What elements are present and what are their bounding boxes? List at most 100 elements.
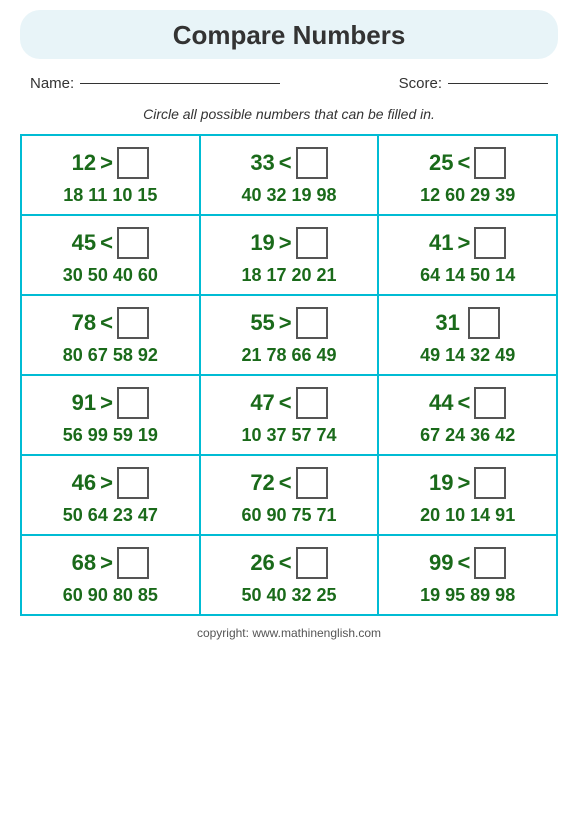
answer-box — [117, 387, 149, 419]
equation-number: 19 — [429, 470, 453, 496]
options-row: 18 17 20 21 — [241, 265, 336, 286]
answer-box — [117, 227, 149, 259]
equation-number: 99 — [429, 550, 453, 576]
problem-cell: 41 > 64 14 50 14 — [378, 215, 557, 295]
problem-cell: 44 < 67 24 36 42 — [378, 375, 557, 455]
equation-row: 41 > — [429, 227, 506, 259]
equation-operator: < — [457, 390, 470, 416]
problem-cell: 55 > 21 78 66 49 — [200, 295, 379, 375]
options-row: 80 67 58 92 — [63, 345, 158, 366]
problem-cell: 19 > 20 10 14 91 — [378, 455, 557, 535]
equation-row: 19 > — [429, 467, 506, 499]
options-row: 64 14 50 14 — [420, 265, 515, 286]
equation-number: 33 — [250, 150, 274, 176]
score-line — [448, 83, 548, 84]
equation-row: 91 > — [72, 387, 149, 419]
options-row: 10 37 57 74 — [241, 425, 336, 446]
options-row: 12 60 29 39 — [420, 185, 515, 206]
equation-row: 31 — [435, 307, 499, 339]
options-row: 49 14 32 49 — [420, 345, 515, 366]
problem-cell: 19 > 18 17 20 21 — [200, 215, 379, 295]
answer-box — [296, 547, 328, 579]
score-label: Score: — [399, 75, 442, 92]
equation-row: 78 < — [72, 307, 149, 339]
options-row: 60 90 75 71 — [241, 505, 336, 526]
options-row: 60 90 80 85 — [63, 585, 158, 606]
equation-number: 72 — [250, 470, 274, 496]
problem-cell: 78 < 80 67 58 92 — [21, 295, 200, 375]
equation-operator: > — [457, 230, 470, 256]
equation-number: 19 — [250, 230, 274, 256]
equation-operator: > — [100, 470, 113, 496]
problem-cell: 25 < 12 60 29 39 — [378, 135, 557, 215]
equation-number: 41 — [429, 230, 453, 256]
equation-number: 25 — [429, 150, 453, 176]
equation-operator: > — [457, 470, 470, 496]
equation-number: 55 — [250, 310, 274, 336]
equation-operator: < — [457, 150, 470, 176]
equation-operator: > — [279, 230, 292, 256]
instructions: Circle all possible numbers that can be … — [20, 106, 558, 122]
equation-operator: < — [279, 390, 292, 416]
options-row: 67 24 36 42 — [420, 425, 515, 446]
options-row: 56 99 59 19 — [63, 425, 158, 446]
equation-operator: < — [279, 470, 292, 496]
problem-cell: 33 < 40 32 19 98 — [200, 135, 379, 215]
equation-operator: > — [100, 390, 113, 416]
equation-operator: < — [457, 550, 470, 576]
answer-box — [296, 307, 328, 339]
equation-operator: > — [279, 310, 292, 336]
equation-row: 25 < — [429, 147, 506, 179]
problem-cell: 72 < 60 90 75 71 — [200, 455, 379, 535]
name-field: Name: — [30, 75, 280, 92]
equation-number: 44 — [429, 390, 453, 416]
problem-cell: 26 < 50 40 32 25 — [200, 535, 379, 615]
answer-box — [474, 147, 506, 179]
answer-box — [117, 307, 149, 339]
equation-row: 12 > — [72, 147, 149, 179]
answer-box — [117, 547, 149, 579]
options-row: 40 32 19 98 — [241, 185, 336, 206]
equation-operator: > — [100, 550, 113, 576]
answer-box — [474, 387, 506, 419]
options-row: 30 50 40 60 — [63, 265, 158, 286]
equation-number: 46 — [72, 470, 96, 496]
name-label: Name: — [30, 75, 74, 92]
equation-row: 45 < — [72, 227, 149, 259]
answer-box — [296, 387, 328, 419]
answer-box — [474, 227, 506, 259]
equation-number: 31 — [435, 310, 459, 336]
problem-cell: 68 > 60 90 80 85 — [21, 535, 200, 615]
equation-number: 45 — [72, 230, 96, 256]
equation-row: 44 < — [429, 387, 506, 419]
problem-cell: 99 < 19 95 89 98 — [378, 535, 557, 615]
equation-number: 91 — [72, 390, 96, 416]
equation-number: 47 — [250, 390, 274, 416]
equation-operator: < — [279, 150, 292, 176]
problem-cell: 31 49 14 32 49 — [378, 295, 557, 375]
problem-cell: 46 > 50 64 23 47 — [21, 455, 200, 535]
options-row: 20 10 14 91 — [420, 505, 515, 526]
equation-row: 72 < — [250, 467, 327, 499]
name-score-row: Name: Score: — [20, 69, 558, 98]
answer-box — [296, 227, 328, 259]
score-field: Score: — [399, 75, 548, 92]
equation-row: 68 > — [72, 547, 149, 579]
options-row: 18 11 10 15 — [63, 185, 157, 206]
equation-operator: < — [100, 310, 113, 336]
options-row: 21 78 66 49 — [241, 345, 336, 366]
problems-grid: 12 > 18 11 10 1533 < 40 32 19 9825 < 12 … — [20, 134, 558, 616]
answer-box — [474, 547, 506, 579]
equation-row: 26 < — [250, 547, 327, 579]
equation-operator: > — [100, 150, 113, 176]
equation-operator: < — [279, 550, 292, 576]
copyright: copyright: www.mathinenglish.com — [20, 626, 558, 645]
options-row: 19 95 89 98 — [420, 585, 515, 606]
problem-cell: 91 > 56 99 59 19 — [21, 375, 200, 455]
answer-box — [474, 467, 506, 499]
problem-cell: 12 > 18 11 10 15 — [21, 135, 200, 215]
options-row: 50 40 32 25 — [241, 585, 336, 606]
equation-number: 78 — [72, 310, 96, 336]
answer-box — [468, 307, 500, 339]
answer-box — [296, 147, 328, 179]
